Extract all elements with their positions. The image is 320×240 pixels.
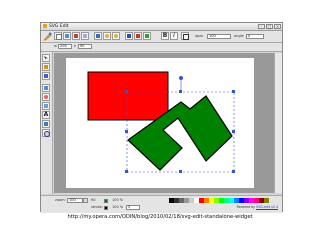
- work-area[interactable]: [54, 53, 276, 193]
- zoom-dropdown-icon[interactable]: [83, 198, 88, 203]
- svg-edit-window: SVG Edit – □ × B I opac 100 angle 0 w 20…: [40, 22, 283, 213]
- vertical-ruler[interactable]: [274, 53, 282, 193]
- minimize-button[interactable]: –: [258, 24, 265, 29]
- text-tool-icon[interactable]: A: [42, 111, 50, 119]
- fill-label: fill:: [91, 198, 97, 202]
- ellipse-tool-icon[interactable]: [42, 93, 50, 101]
- credits: Powered by SVG-edit v2.4: [237, 205, 278, 209]
- resize-handle[interactable]: [232, 170, 235, 173]
- resize-handle[interactable]: [179, 170, 182, 173]
- context-toolbar: w 204 h 90: [41, 43, 282, 52]
- angle-field[interactable]: 0: [246, 34, 264, 39]
- line-tool-icon[interactable]: [42, 72, 50, 80]
- path-tool-icon[interactable]: [42, 102, 50, 110]
- opacity-label: opac: [195, 34, 204, 38]
- canvas-svg[interactable]: [66, 58, 254, 188]
- red-rectangle[interactable]: [87, 71, 169, 121]
- redo-icon[interactable]: [112, 32, 120, 40]
- main-toolbar: B I opac 100 angle 0: [41, 31, 282, 43]
- maximize-button[interactable]: □: [266, 24, 273, 29]
- bottom-toolbar: zoom: 100 fill: 100 % stroke: 100 % 5 Po…: [41, 195, 282, 213]
- select-tool-icon[interactable]: [42, 54, 50, 62]
- palette-color[interactable]: [264, 198, 269, 203]
- source-url-caption[interactable]: http://my.opera.com/ODIN/blog/2010/02/18…: [0, 214, 320, 220]
- stroke-width-field[interactable]: 5: [126, 205, 140, 210]
- window-title: SVG Edit: [49, 24, 69, 29]
- resize-handle[interactable]: [125, 170, 128, 173]
- rotate-handle[interactable]: [179, 76, 183, 80]
- angle-label: angle: [234, 34, 244, 38]
- close-button[interactable]: ×: [274, 24, 281, 29]
- resize-handle[interactable]: [232, 90, 235, 93]
- app-icon: [43, 24, 47, 28]
- svg-edit-logo-icon[interactable]: [43, 32, 52, 41]
- image-tool-icon[interactable]: [42, 120, 50, 128]
- move-top-icon[interactable]: [134, 32, 142, 40]
- credits-prefix: Powered by: [236, 205, 256, 209]
- stroke-color-swatch[interactable]: [104, 206, 108, 210]
- clone-icon[interactable]: [81, 32, 89, 40]
- resize-handle[interactable]: [179, 90, 182, 93]
- width-label: w: [54, 44, 57, 48]
- group-icon[interactable]: [125, 32, 133, 40]
- color-palette[interactable]: [169, 198, 269, 203]
- stroke-label: stroke:: [91, 205, 103, 209]
- opacity-field[interactable]: 100: [207, 34, 231, 39]
- credits-link[interactable]: SVG-edit v2.4: [256, 205, 278, 209]
- fill-color-swatch[interactable]: [104, 199, 108, 203]
- height-field[interactable]: 90: [78, 44, 92, 49]
- pencil-tool-icon[interactable]: [42, 63, 50, 71]
- zoom-label: zoom:: [55, 198, 66, 202]
- title-bar[interactable]: SVG Edit – □ ×: [41, 23, 282, 31]
- stroke-opacity[interactable]: 100 %: [112, 205, 123, 210]
- resize-handle[interactable]: [125, 130, 128, 133]
- fill-opacity[interactable]: 100 %: [112, 198, 123, 203]
- select-icon[interactable]: [63, 32, 71, 40]
- zoom-tool-icon[interactable]: [42, 129, 50, 137]
- new-icon[interactable]: [54, 32, 62, 40]
- tools-panel: A: [41, 52, 53, 194]
- delete-icon[interactable]: [72, 32, 80, 40]
- text-bold-icon[interactable]: B: [161, 32, 169, 40]
- resize-handle[interactable]: [125, 90, 128, 93]
- text-italic-icon[interactable]: I: [170, 32, 178, 40]
- undo-icon[interactable]: [103, 32, 111, 40]
- resize-handle[interactable]: [232, 130, 235, 133]
- align-icon[interactable]: [94, 32, 102, 40]
- height-label: h: [74, 44, 77, 48]
- zoom-field[interactable]: 100: [67, 198, 83, 203]
- move-bottom-icon[interactable]: [143, 32, 151, 40]
- rect-tool-icon[interactable]: [42, 84, 50, 92]
- drawing-canvas[interactable]: [66, 58, 254, 188]
- width-field[interactable]: 204: [58, 44, 72, 49]
- wireframe-icon[interactable]: [181, 32, 189, 40]
